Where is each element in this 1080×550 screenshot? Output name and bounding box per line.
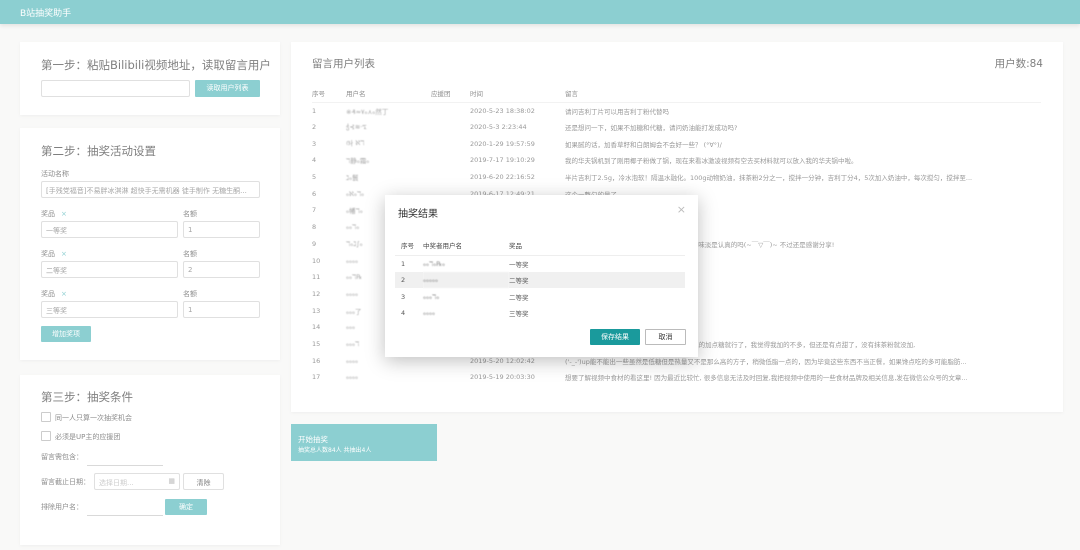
result-prize: 二等奖 [509,293,529,302]
result-row: 3 ℴℴℴℸℴ 二等奖 [395,288,685,305]
col-winner: 中奖者用户名 [423,235,509,256]
close-icon[interactable]: × [677,203,686,216]
result-row: 2 ℴℴℴℴℴ 二等奖 [395,271,685,289]
result-index: 4 [401,309,406,318]
result-prize: 一等奖 [509,260,529,269]
result-index: 1 [401,259,406,268]
save-result-button[interactable]: 保存结果 [590,329,640,345]
modal-title: 抽奖结果 [398,209,438,220]
result-index: 3 [401,292,406,301]
result-table: 序号 中奖者用户名 奖品 1 ℴℴℸℴ℞ℴ 一等奖 2 ℴℴℴℴℴ 二等奖 3 ℴℴℴℸℴ 二等… [395,235,685,322]
cancel-button[interactable]: 取消 [645,329,686,345]
result-winner: ℴℴℸℴ℞ℴ [423,259,446,268]
result-winner: ℴℴℴℸℴ [423,292,440,301]
col-index: 序号 [395,235,423,256]
result-index: 2 [395,271,423,289]
result-prize: 二等奖 [509,271,685,289]
result-winner: ℴℴℴℴ [423,309,436,318]
draw-result-modal: 抽奖结果 × 序号 中奖者用户名 奖品 1 ℴℴℸℴ℞ℴ 一等奖 2 ℴℴℴℴℴ 二等奖 3… [385,195,698,357]
result-row: 4 ℴℴℴℴ 三等奖 [395,305,685,322]
result-prize: 三等奖 [509,310,529,319]
col-prize: 奖品 [509,235,685,256]
result-row: 1 ℴℴℸℴ℞ℴ 一等奖 [395,255,685,272]
result-winner: ℴℴℴℴℴ [423,271,509,289]
